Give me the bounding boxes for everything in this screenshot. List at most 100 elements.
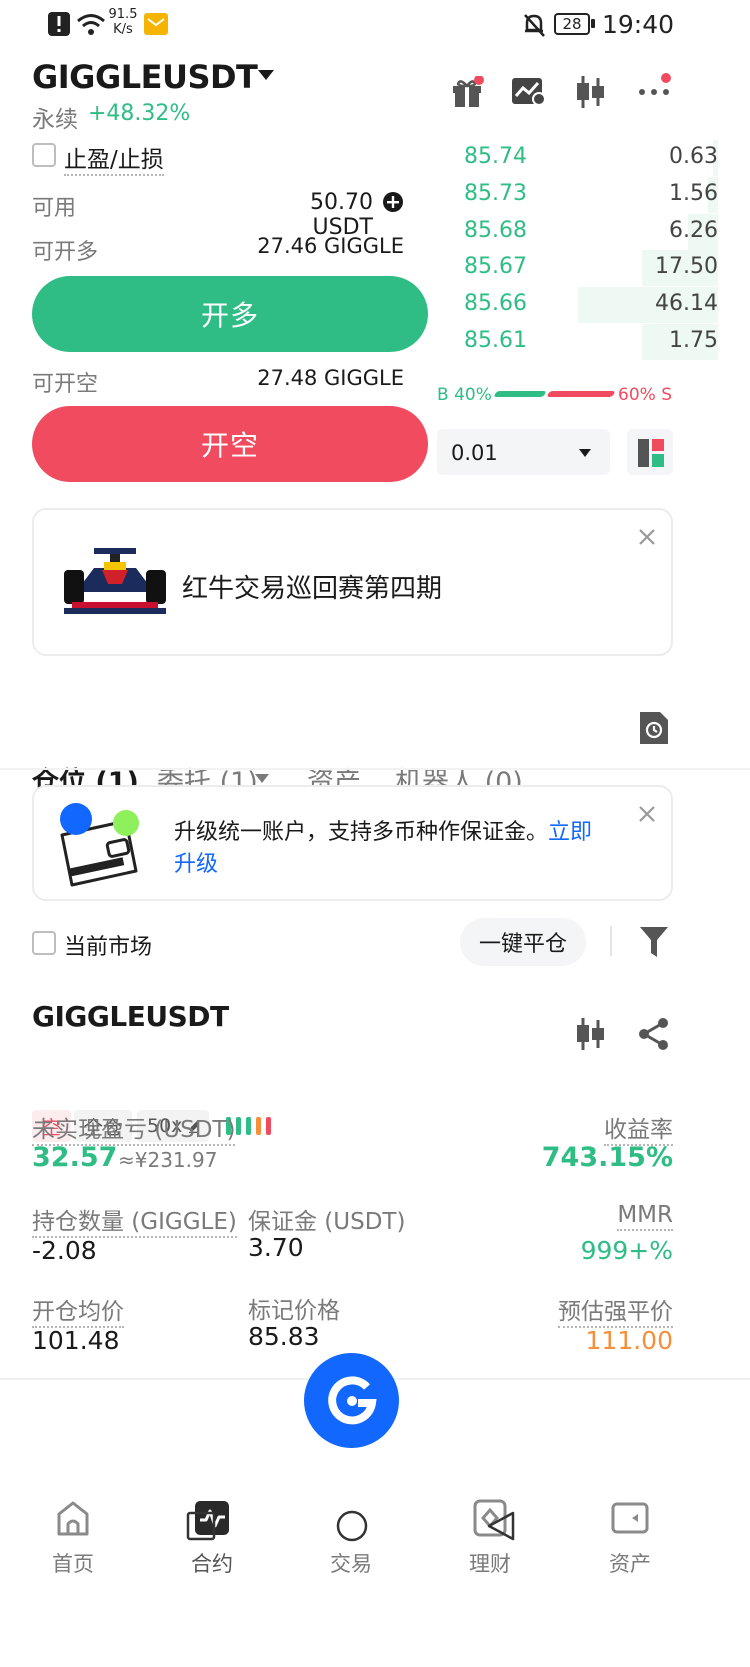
recent-apps-icon[interactable] [186,1511,216,1541]
tpsl-checkbox[interactable] [32,143,56,167]
wallet-icon [611,1502,649,1534]
upgrade-banner[interactable]: 升级统一账户，支持多币种作保证金。立即 升级 [32,785,673,901]
mail-notification-icon [144,13,168,35]
tabs-divider [0,768,750,770]
nav-home-label: 首页 [52,1552,94,1576]
adl-bar-4 [256,1117,261,1135]
orderbook-row[interactable]: 85.74 0.63 [464,140,718,176]
wallet-illustration-icon [60,803,139,887]
chevron-down-icon[interactable] [255,774,269,783]
share-icon[interactable] [638,1018,670,1050]
tpsl-label: 止盈/止损 [64,140,164,176]
back-icon[interactable] [486,1510,516,1542]
open-long-avail-value: 27.46 GIGGLE [257,234,404,258]
unrealized-pnl-value: 32.57 [32,1142,118,1173]
race-car-image [64,548,166,614]
adl-bar-3 [246,1117,251,1135]
orderbook-row[interactable]: 85.61 1.75 [464,324,718,360]
candlestick-icon[interactable] [576,76,606,108]
nav-trade-label: 交易 [330,1552,372,1576]
margin-value: 3.70 [248,1233,304,1262]
orderbook-row[interactable]: 85.73 1.56 [464,176,718,213]
bid-price: 85.67 [464,254,527,280]
liq-price-value: 111.00 [585,1326,673,1355]
nav-trade-button[interactable] [304,1353,399,1448]
orderbook-layout-button[interactable] [627,429,673,475]
unrealized-pnl-cny: ≈¥231.97 [118,1148,218,1172]
add-funds-icon[interactable] [382,191,404,213]
bid-price: 85.73 [464,180,527,206]
upgrade-text: 升级统一账户，支持多币种作保证金。立即 升级 [174,817,634,881]
bid-price: 85.74 [464,144,527,169]
adl-bar-5 [266,1117,271,1135]
mmr-label: MMR [617,1202,673,1231]
position-size-label-text: 持仓数量 (GIGGLE) [32,1209,237,1238]
position-symbol[interactable]: GIGGLEUSDT [32,1000,229,1033]
chevron-down-icon [579,449,591,457]
trade-logo-icon [328,1376,377,1425]
filter-icon[interactable] [640,927,668,957]
bid-quantity: 46.14 [655,291,718,317]
adl-bar-2 [236,1117,241,1135]
open-short-avail-value: 27.48 GIGGLE [257,366,404,390]
liq-price-label-text: 预估强平价 [558,1299,673,1328]
speed-unit: K/s [113,22,133,37]
open-short-avail-label: 可开空 [32,372,99,397]
candlestick-icon[interactable] [576,1018,606,1050]
wifi-icon [77,14,105,35]
available-value: 50.70 USDT [310,190,373,240]
nav-futures-label: 合约 [191,1552,233,1576]
nav-earn-label: 理财 [469,1552,511,1576]
close-icon[interactable] [638,528,656,546]
orderbook-row[interactable]: 85.67 17.50 [464,250,718,287]
tpsl-text: 止盈/止损 [64,147,164,176]
filter-divider [610,926,612,956]
bid-price: 85.68 [464,217,527,243]
battery-indicator: 28 [554,13,590,35]
upgrade-link-continued[interactable]: 升级 [174,852,218,877]
bid-quantity: 1.75 [669,328,718,353]
open-long-button[interactable]: 开多 [32,276,428,352]
buy-ratio-label: B 40% [437,385,492,405]
alert-icon [48,12,70,36]
history-icon[interactable] [640,712,668,744]
close-all-button[interactable]: 一键平仓 [460,918,586,966]
liq-price-label: 预估强平价 [558,1292,673,1328]
entry-price-value: 101.48 [32,1326,120,1355]
more-icon[interactable] [638,72,672,104]
speed-value: 91.5 [108,7,138,22]
sell-ratio-label: 60% S [618,385,672,405]
roe-label: 收益率 [604,1110,673,1146]
buy-ratio-bar [493,391,547,397]
nav-assets-label: 资产 [609,1552,651,1576]
mark-price-value: 85.83 [248,1322,320,1351]
open-long-avail-label: 可开多 [32,240,99,265]
promo-card[interactable]: 红牛交易巡回赛第四期 [32,508,673,656]
chart-image-icon[interactable] [512,78,546,106]
bid-price: 85.61 [464,328,527,353]
chevron-down-icon[interactable] [258,70,274,82]
bid-quantity: 1.56 [669,180,718,206]
precision-value: 0.01 [451,441,498,465]
current-market-checkbox[interactable] [32,931,56,955]
bid-price: 85.66 [464,291,527,317]
status-bar: 91.5 K/s 28 19:40 [0,0,750,52]
orderbook-row[interactable]: 85.66 46.14 [464,287,718,324]
symbol-title[interactable]: GIGGLEUSDT [32,58,258,96]
battery-tip [591,19,595,28]
nav-assets[interactable]: 资产 [575,1498,685,1578]
upgrade-message: 升级统一账户，支持多币种作保证金。 [174,820,549,845]
open-short-button[interactable]: 开空 [32,406,428,482]
orderbook-row[interactable]: 85.68 6.26 [464,213,718,250]
network-speed: 91.5 K/s [108,7,138,37]
precision-select[interactable]: 0.01 [437,429,610,475]
entry-price-label-text: 开仓均价 [32,1299,124,1328]
upgrade-link[interactable]: 立即 [548,820,592,845]
layout-icon [638,439,664,467]
home-circle-icon[interactable] [336,1510,368,1542]
bid-quantity: 17.50 [655,254,718,280]
contract-type: 永续 [32,107,78,133]
nav-home[interactable]: 首页 [18,1498,128,1578]
gift-icon[interactable] [450,76,484,108]
close-icon[interactable] [638,805,656,823]
